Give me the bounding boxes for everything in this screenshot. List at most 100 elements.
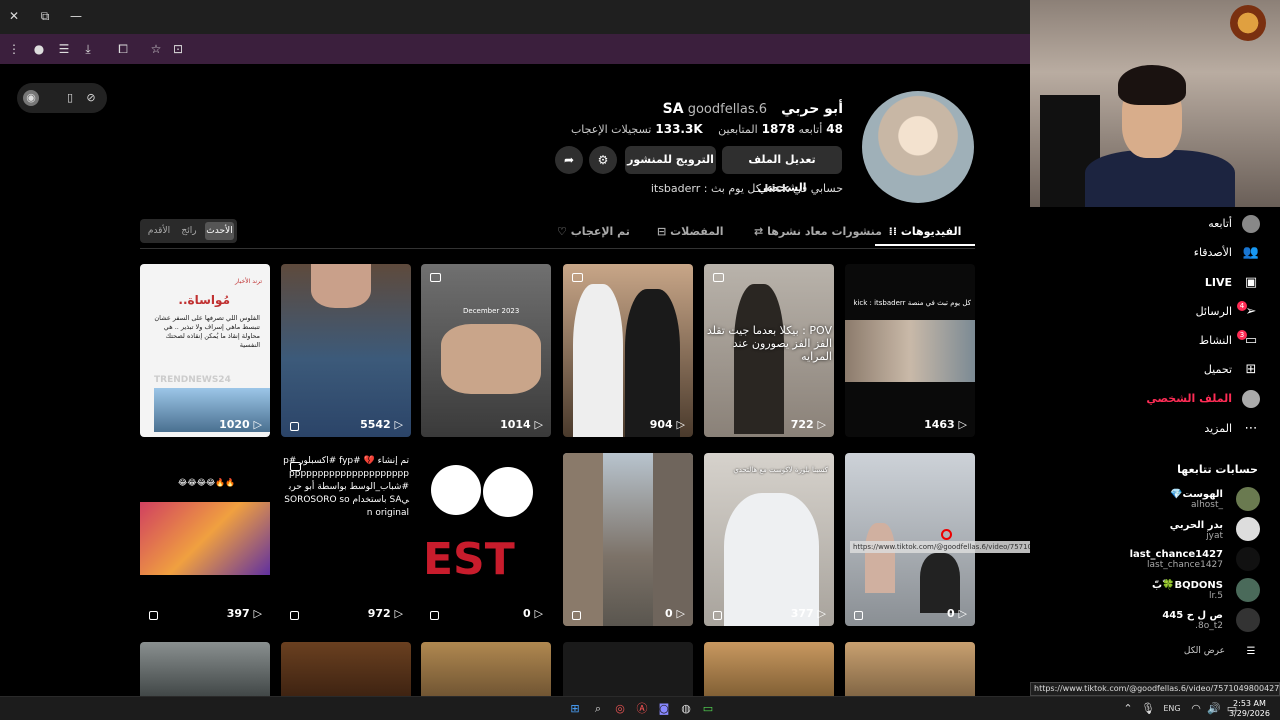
lion-logo-icon [1230, 5, 1266, 41]
app-a-icon[interactable]: Ⓐ [634, 701, 650, 717]
video-card[interactable]: 😂😂😂😂🔥🔥 397 ▷ [140, 453, 270, 626]
tab-reposts[interactable]: ⇄ منشورات معاد نشرها [754, 225, 882, 238]
queue-icon[interactable]: ☰ [56, 41, 72, 57]
floating-controls: ◉ ▯ ⊘ [17, 83, 107, 113]
video-card[interactable] [281, 642, 411, 696]
install-app-icon[interactable]: ⊡ [170, 41, 186, 57]
restore-window-icon[interactable]: ⧉ [39, 10, 51, 22]
view-count: 377 ▷ [790, 607, 826, 620]
video-card[interactable]: EST 0 ▷ [421, 453, 551, 626]
video-card[interactable]: December 2023 1014 ▷ [421, 264, 551, 437]
minimize-window-icon[interactable]: — [70, 10, 82, 22]
sort-popular[interactable]: رائج [175, 222, 203, 240]
video-card[interactable] [704, 642, 834, 696]
search-icon[interactable]: ⌕ [590, 701, 606, 717]
tab-favorites[interactable]: ⊟ المفضلات [657, 225, 724, 238]
video-card[interactable]: تم إنشاء 💔 #fyp #اكسبلور #pppppppppppppp… [281, 453, 411, 626]
avatar[interactable] [1236, 608, 1260, 632]
windows-start-icon[interactable]: ⊞ [567, 701, 583, 717]
see-all-link[interactable]: عرض الكل [1184, 646, 1225, 656]
sidebar-item-activity[interactable]: النشاط [1199, 334, 1232, 347]
sort-latest[interactable]: الأحدث [205, 222, 234, 240]
tab-liked[interactable]: ♡ تم الإعجاب [557, 225, 630, 238]
wifi-icon[interactable]: ◠ [1188, 701, 1204, 717]
avatar[interactable] [1236, 547, 1260, 571]
followers-stat[interactable]: 1878المتابعين [718, 122, 795, 136]
edit-profile-button[interactable]: تعديل الملف الشخصي [722, 146, 842, 194]
close-window-icon[interactable]: ✕ [8, 10, 20, 22]
lock-icon [572, 611, 581, 620]
download-icon[interactable]: ⤓ [80, 41, 96, 57]
discord-icon[interactable]: ◙ [656, 701, 672, 717]
profile-bio: حسابي في kick كل يوم بث : itsbaderr [650, 182, 843, 195]
webcam-overlay [1030, 0, 1280, 207]
profile-extension-icon[interactable]: ● [31, 41, 47, 57]
view-count: 0 ▷ [665, 607, 685, 620]
sort-toggle: الأحدث رائج الأقدم [140, 219, 237, 243]
system-clock[interactable]: 2:53 AM 3/29/2026 [1229, 699, 1270, 719]
profile-avatar[interactable] [862, 91, 974, 203]
video-card[interactable] [140, 642, 270, 696]
tray-chevron-icon[interactable]: ⌃ [1120, 701, 1136, 717]
more-dots-icon[interactable]: ⋯ [1242, 420, 1260, 438]
user-avatar-icon[interactable]: ◉ [23, 90, 39, 106]
video-card[interactable]: 0 ▷ [845, 453, 975, 626]
browser-titlebar: ✕ ⧉ — [0, 0, 1030, 34]
bookmark-star-icon[interactable]: ☆ [148, 41, 164, 57]
video-card[interactable]: كسبنا بلوزة لاكوست مع هالتحدي 377 ▷ [704, 453, 834, 626]
sidebar-item-profile[interactable]: الملف الشخصي [1146, 392, 1232, 405]
video-card[interactable]: 5542 ▷ [281, 264, 411, 437]
live-tv-icon[interactable]: ▣ [1242, 274, 1260, 292]
view-count: 972 ▷ [367, 607, 403, 620]
sort-oldest[interactable]: الأقدم [144, 222, 174, 240]
promote-post-button[interactable]: الترويج للمنشور [625, 146, 716, 174]
lock-icon [149, 611, 158, 620]
following-stat[interactable]: 48أتابعه [799, 122, 843, 136]
grid-icon: ⁞⁞ [888, 225, 897, 238]
sidebar-item-friends[interactable]: الأصدقاء [1194, 246, 1232, 259]
video-card[interactable]: 904 ▷ [563, 264, 693, 437]
microphone-icon[interactable]: 🎙 [1140, 701, 1156, 717]
lock-icon [854, 611, 863, 620]
friends-icon[interactable]: 👥 [1242, 244, 1260, 262]
lock-icon [290, 422, 299, 431]
video-card[interactable]: 0 ▷ [563, 453, 693, 626]
mobile-icon[interactable]: ▯ [62, 90, 78, 106]
video-card[interactable] [563, 642, 693, 696]
link-tooltip: https://www.tiktok.com/@goodfellas.6/vid… [850, 541, 1045, 553]
profile-name-row: أبو حربيSA goodfellas.6 [663, 101, 843, 117]
obs-icon[interactable]: ◍ [678, 701, 694, 717]
video-card[interactable] [845, 642, 975, 696]
settings-gear-icon[interactable]: ⚙ [589, 146, 617, 174]
following-nav-icon[interactable] [1242, 215, 1260, 233]
compass-icon[interactable]: ⊘ [83, 90, 99, 106]
sidebar-item-live[interactable]: LIVE [1205, 276, 1232, 289]
chrome-icon[interactable]: ◎ [612, 701, 628, 717]
menu-dots-icon[interactable]: ⋮ [6, 41, 22, 57]
video-card[interactable] [421, 642, 551, 696]
video-card[interactable]: POV : بيكلا بعدما جيت تقلد الفز الفز يصو… [704, 264, 834, 437]
volume-icon[interactable]: 🔊 [1206, 701, 1222, 717]
sidebar-item-upload[interactable]: تحميل [1204, 363, 1232, 376]
terminal-icon[interactable]: ▭ [700, 701, 716, 717]
view-count: 1020 ▷ [219, 418, 262, 431]
profile-avatar-icon[interactable] [1242, 390, 1260, 408]
video-thumbnail [311, 264, 371, 308]
sidebar-item-more[interactable]: المزيد [1204, 422, 1232, 435]
sidebar-item-following[interactable]: أتابعه [1208, 217, 1232, 230]
video-card[interactable]: كل يوم تبث في منصة kick : itsbaderr 1463… [845, 264, 975, 437]
sidebar-item-messages[interactable]: الرسائل [1196, 305, 1232, 318]
upload-plus-icon[interactable]: ⊞ [1242, 361, 1260, 379]
messages-badge: 4 [1237, 301, 1247, 311]
avatar[interactable] [1236, 487, 1260, 511]
language-indicator[interactable]: ENG [1160, 701, 1184, 717]
video-card[interactable]: ترند الأخبار مُواساة.. الفلوس اللي تصرفه… [140, 264, 270, 437]
avatar[interactable] [1236, 578, 1260, 602]
avatar[interactable] [1236, 517, 1260, 541]
status-bar-url: https://www.tiktok.com/@goodfellas.6/vid… [1030, 682, 1280, 696]
tab-videos[interactable]: ⁞⁞ الفيديوهات [875, 225, 975, 238]
likes-stat: 133.3Kتسجيلات الإعجاب [570, 122, 703, 136]
photo-mode-icon [713, 273, 724, 282]
extensions-icon[interactable]: ⧠ [115, 41, 131, 57]
share-arrow-icon[interactable]: ➦ [555, 146, 583, 174]
